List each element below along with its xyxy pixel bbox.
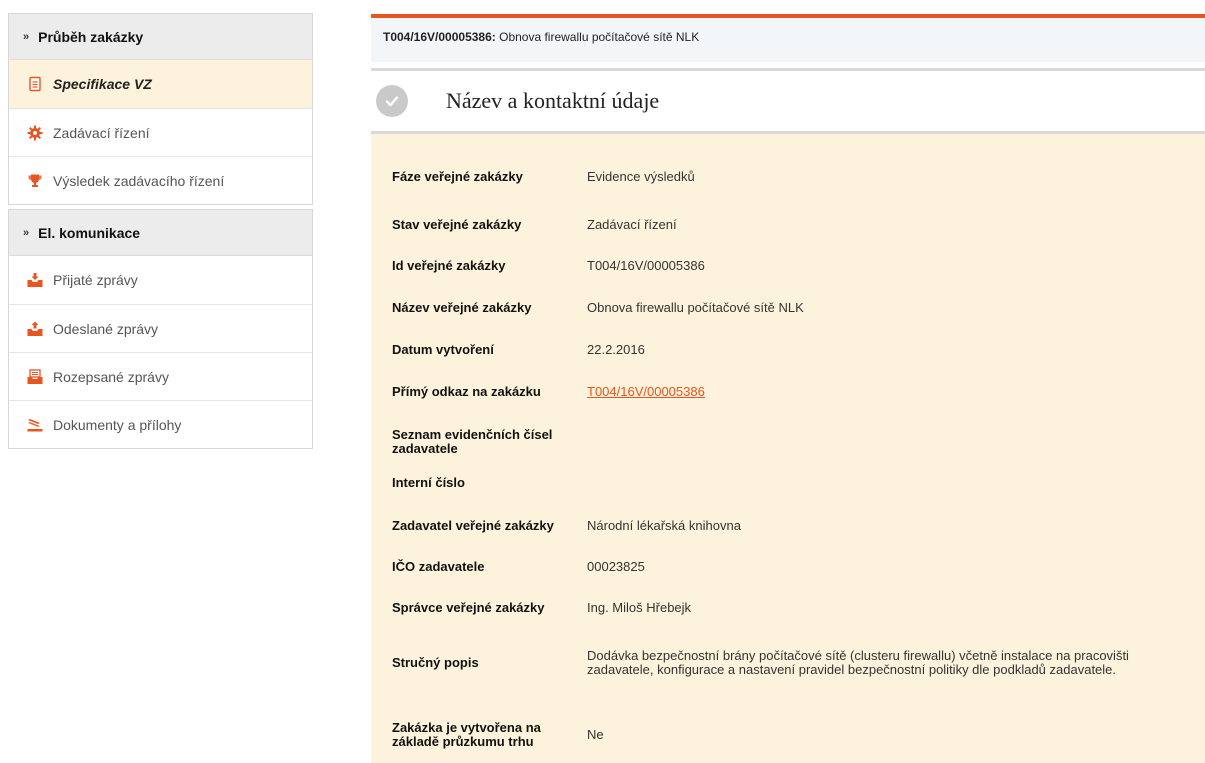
sidebar-item-dokumenty[interactable]: Dokumenty a přílohy: [9, 400, 312, 448]
detail-value: T004/16V/00005386: [587, 385, 1167, 399]
detail-row: Zakázka je vytvořena na základě průzkumu…: [371, 711, 1205, 759]
detail-label: Datum vytvoření: [392, 342, 494, 357]
detail-label: IČO zadavatele: [392, 559, 485, 574]
detail-value: Ne: [587, 727, 604, 742]
detail-label: Seznam evidenčních čísel zadavatele: [392, 427, 553, 456]
detail-value: Zadávací řízení: [587, 217, 677, 232]
detail-label: Zakázka je vytvořena na základě průzkumu…: [392, 720, 541, 749]
detail-value: Ing. Miloš Hřebejk: [587, 600, 692, 615]
detail-row: Zadavatel veřejné zakázky Národní lékařs…: [371, 510, 1205, 542]
detail-row: Datum vytvoření 22.2.2016: [371, 342, 1205, 358]
detail-label: Přímý odkaz na zakázku: [392, 384, 541, 399]
sidebar-item-rozepsane[interactable]: Rozepsané zprávy: [9, 352, 312, 400]
detail-label: Název veřejné zakázky: [392, 300, 532, 315]
panel-title: Průběh zakázky: [38, 28, 144, 45]
detail-label: Stav veřejné zakázky: [392, 217, 522, 232]
detail-row: Seznam evidenčních čísel zadavatele: [371, 426, 1205, 458]
drafts-icon: [27, 368, 43, 385]
detail-value: 22.2.2016: [587, 342, 645, 357]
inbox-icon: [27, 272, 43, 288]
detail-row: Stručný popis Dodávka bezpečnostní brány…: [371, 639, 1205, 687]
section-header[interactable]: Název a kontaktní údaje: [371, 71, 1205, 131]
panel-title: El. komunikace: [38, 224, 141, 241]
detail-row: Stav veřejné zakázky Zadávací řízení: [371, 209, 1205, 241]
detail-label: Stručný popis: [392, 655, 479, 670]
detail-row: Id veřejné zakázky T004/16V/00005386: [371, 258, 1205, 274]
sidebar-item-prijate[interactable]: Přijaté zprávy: [9, 256, 312, 304]
detail-label: Zadavatel veřejné zakázky: [392, 518, 554, 533]
detail-value: T004/16V/00005386: [587, 258, 705, 273]
sidebar-panel-progress: » Průběh zakázky Specifikace VZ Zadávací…: [8, 13, 313, 205]
sidebar-panel-communication: » El. komunikace Přijaté zprávy Odeslané…: [8, 209, 313, 449]
outbox-icon: [27, 321, 43, 337]
check-circle-icon: [376, 85, 408, 117]
sidebar-item-label: Rozepsané zprávy: [53, 368, 169, 385]
detail-value: Národní lékařská knihovna: [587, 518, 741, 533]
panel-header-progress[interactable]: » Průběh zakázky: [9, 14, 312, 60]
gear-icon: [27, 125, 43, 141]
detail-label: Správce veřejné zakázky: [392, 600, 545, 615]
sidebar-item-odeslane[interactable]: Odeslané zprávy: [9, 304, 312, 352]
detail-row: Správce veřejné zakázky Ing. Miloš Hřebe…: [371, 592, 1205, 624]
tender-code: T004/16V/00005386:: [383, 30, 496, 44]
detail-row: Fáze veřejné zakázky Evidence výsledků: [371, 161, 1205, 193]
detail-value: Dodávka bezpečnostní brány počítačové sí…: [587, 648, 1129, 677]
detail-row: Přímý odkaz na zakázku T004/16V/00005386: [371, 376, 1205, 408]
detail-row: Název veřejné zakázky Obnova firewallu p…: [371, 292, 1205, 324]
trophy-icon: [27, 173, 43, 189]
sidebar-item-label: Specifikace VZ: [53, 76, 152, 92]
panel-header-communication[interactable]: » El. komunikace: [9, 210, 312, 256]
detail-label: Interní číslo: [392, 475, 465, 490]
sidebar-item-vysledek[interactable]: Výsledek zadávacího řízení: [9, 156, 312, 204]
detail-label: Id veřejné zakázky: [392, 258, 506, 273]
detail-label: Fáze veřejné zakázky: [392, 169, 523, 184]
sidebar-item-zadavaci-rizeni[interactable]: Zadávací řízení: [9, 108, 312, 156]
sidebar-item-label: Odeslané zprávy: [53, 320, 159, 337]
tender-header: T004/16V/00005386: Obnova firewallu počí…: [371, 18, 1205, 62]
detail-row: IČO zadavatele 00023825: [371, 559, 1205, 575]
sidebar-item-label: Zadávací řízení: [53, 124, 150, 141]
sidebar-item-label: Výsledek zadávacího řízení: [53, 172, 225, 189]
sidebar-item-label: Přijaté zprávy: [53, 272, 138, 288]
detail-row: Interní číslo: [371, 475, 1205, 491]
double-chevron-down-icon: »: [23, 30, 29, 43]
detail-value: Obnova firewallu počítačové sítě NLK: [587, 300, 804, 315]
sidebar-item-specifikace[interactable]: Specifikace VZ: [9, 60, 312, 108]
detail-value: Evidence výsledků: [587, 169, 695, 184]
double-chevron-down-icon: »: [23, 226, 29, 239]
details-panel: Fáze veřejné zakázky Evidence výsledků S…: [371, 134, 1205, 763]
sidebar-item-label: Dokumenty a přílohy: [53, 416, 182, 433]
document-icon: [27, 76, 43, 92]
section-title: Název a kontaktní údaje: [446, 88, 660, 113]
direct-link[interactable]: T004/16V/00005386: [587, 384, 705, 399]
documents-icon: [27, 417, 43, 433]
tender-title: Obnova firewallu počítačové sítě NLK: [499, 30, 700, 44]
detail-value: 00023825: [587, 559, 645, 574]
